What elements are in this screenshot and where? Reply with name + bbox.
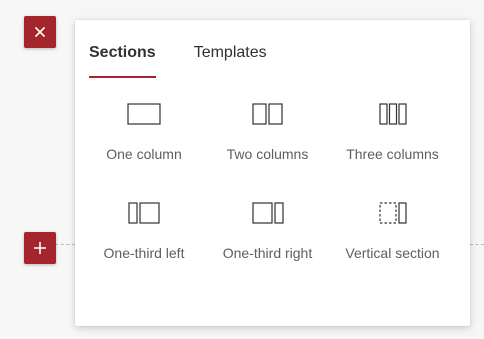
option-label: Vertical section xyxy=(345,245,440,261)
option-label: One column xyxy=(106,146,182,162)
page-canvas xyxy=(0,0,80,339)
option-one-third-left[interactable]: One-third left xyxy=(83,199,205,261)
add-section-button[interactable] xyxy=(24,232,56,264)
option-vertical-section[interactable]: Vertical section xyxy=(330,199,455,261)
option-label: Three columns xyxy=(346,146,439,162)
option-label: Two columns xyxy=(226,146,309,162)
section-options-grid: One column Two columns Three columns One… xyxy=(83,100,463,261)
close-icon xyxy=(34,26,46,38)
vertical-section-icon xyxy=(378,202,407,224)
close-button[interactable] xyxy=(24,16,56,48)
one-third-left-icon xyxy=(128,202,160,224)
two-columns-icon xyxy=(251,103,283,125)
option-three-columns[interactable]: Three columns xyxy=(330,100,455,162)
plus-icon xyxy=(34,242,46,254)
option-one-column[interactable]: One column xyxy=(83,100,205,162)
tab-sections[interactable]: Sections xyxy=(89,38,156,78)
section-picker-panel: Sections Templates One column Two column… xyxy=(75,20,470,326)
section-divider-line-right xyxy=(470,244,484,245)
option-label: One-third right xyxy=(222,245,313,261)
section-divider-line xyxy=(55,244,75,245)
one-third-right-icon xyxy=(251,202,284,224)
tab-templates[interactable]: Templates xyxy=(194,38,267,78)
tab-bar: Sections Templates xyxy=(89,38,305,78)
option-label: One-third left xyxy=(103,245,185,261)
option-one-third-right[interactable]: One-third right xyxy=(205,199,330,261)
one-column-icon xyxy=(127,103,161,125)
option-two-columns[interactable]: Two columns xyxy=(205,100,330,162)
three-columns-icon xyxy=(378,103,407,125)
